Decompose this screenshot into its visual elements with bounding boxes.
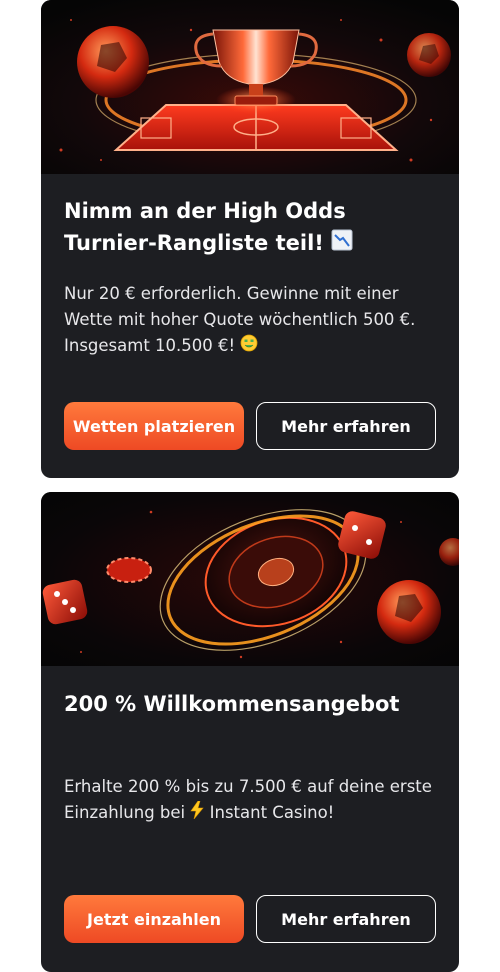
- trophy-football-banner: [41, 0, 459, 174]
- lightning-icon: [190, 800, 205, 827]
- learn-more-button[interactable]: Mehr erfahren: [256, 895, 436, 943]
- promo-card-tournament: Nimm an der High Odds Turnier-Rangliste …: [41, 0, 459, 478]
- promo-title-line2: Turnier-Rangliste teil!: [64, 231, 324, 255]
- place-bets-button[interactable]: Wetten platzieren: [64, 402, 244, 450]
- learn-more-button[interactable]: Mehr erfahren: [256, 402, 436, 450]
- promo-title-line1: Nimm an der High Odds: [64, 199, 346, 223]
- promo-description: Erhalte 200 % bis zu 7.500 € auf deine e…: [64, 774, 444, 827]
- promo-description-line2-after: Instant Casino!: [209, 803, 335, 822]
- promo-title: Nimm an der High Odds Turnier-Rangliste …: [64, 195, 444, 260]
- promo-description-line3: Insgesamt 10.500 €!: [64, 336, 236, 355]
- promo-description: Nur 20 € erforderlich. Gewinne mit einer…: [64, 281, 444, 360]
- banner-illustration: [41, 0, 459, 174]
- chart-decreasing-icon: [331, 228, 353, 260]
- promo-description-line2-before: Einzahlung bei: [64, 803, 186, 822]
- deposit-now-button[interactable]: Jetzt einzahlen: [64, 895, 244, 943]
- promo-description-line1: Erhalte 200 % bis zu 7.500 € auf deine e…: [64, 777, 432, 796]
- roulette-casino-banner: [41, 492, 459, 666]
- promo-card-welcome: 200 % Willkommensangebot Erhalte 200 % b…: [41, 492, 459, 972]
- banner-illustration: [41, 492, 459, 666]
- promo-title: 200 % Willkommensangebot: [64, 692, 400, 716]
- promo-description-line1: Nur 20 € erforderlich. Gewinne mit einer: [64, 284, 399, 303]
- money-mouth-face-icon: [240, 334, 258, 360]
- promo-description-line2: Wette mit hoher Quote wöchentlich 500 €.: [64, 310, 416, 329]
